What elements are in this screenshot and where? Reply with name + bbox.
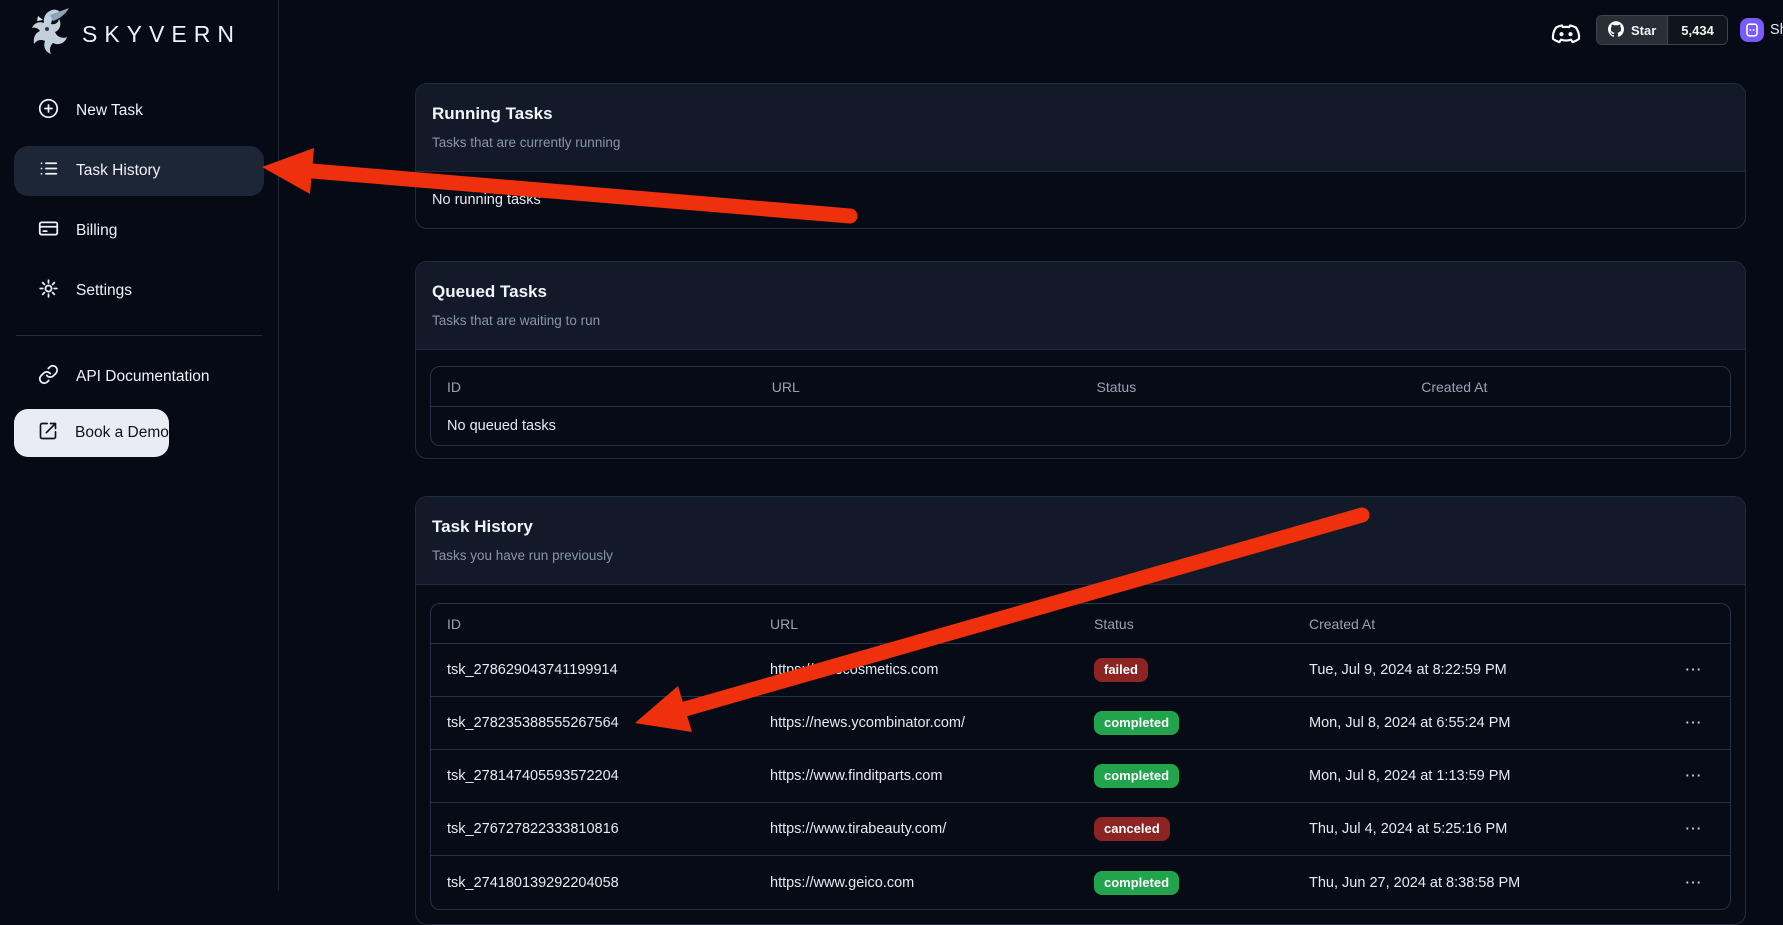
external-link-icon (38, 421, 58, 446)
column-header-id: ID (431, 616, 754, 632)
logo: SKYVERN (0, 6, 278, 62)
running-empty-text: No running tasks (432, 192, 1729, 208)
content: Running Tasks Tasks that are currently r… (279, 0, 1783, 925)
cell-created-at: Mon, Jul 8, 2024 at 6:55:24 PM (1293, 715, 1658, 731)
github-star-button[interactable]: Star (1597, 16, 1667, 44)
cell-url: https://www.geico.com (754, 875, 1078, 891)
card-subtitle: Tasks that are waiting to run (432, 312, 1729, 330)
table-row[interactable]: tsk_274180139292204058 https://www.geico… (431, 856, 1730, 909)
row-actions-button[interactable]: ⋯ (1658, 660, 1730, 680)
queued-tasks-body: ID URL Status Created At No queued tasks (416, 350, 1745, 458)
book-a-demo-button[interactable]: Book a Demo (14, 409, 169, 457)
cell-url: https://www.tirabeauty.com/ (754, 821, 1078, 837)
cell-created-at: Tue, Jul 9, 2024 at 8:22:59 PM (1293, 662, 1658, 678)
github-star-widget[interactable]: Star 5,434 (1596, 15, 1728, 45)
history-table-header: ID URL Status Created At (431, 604, 1730, 644)
cell-id: tsk_278147405593572204 (431, 768, 754, 784)
sidebar-item-label: Settings (76, 282, 132, 300)
cell-created-at: Thu, Jun 27, 2024 at 8:38:58 PM (1293, 875, 1658, 891)
cell-created-at: Mon, Jul 8, 2024 at 1:13:59 PM (1293, 768, 1658, 784)
circle-plus-icon (38, 98, 59, 124)
credit-card-icon (38, 218, 59, 244)
sidebar-item-billing[interactable]: Billing (14, 206, 264, 256)
sidebar-divider (16, 335, 262, 336)
row-actions-button[interactable]: ⋯ (1658, 819, 1730, 839)
row-actions-button[interactable]: ⋯ (1658, 713, 1730, 733)
cell-id: tsk_278629043741199914 (431, 662, 754, 678)
history-table-body: tsk_278629043741199914 https://tartecosm… (431, 644, 1730, 909)
card-subtitle: Tasks that are currently running (432, 134, 1729, 152)
table-row[interactable]: tsk_278147405593572204 https://www.findi… (431, 750, 1730, 803)
column-header-url: URL (756, 379, 1081, 395)
sidebar-item-settings[interactable]: Settings (14, 266, 264, 316)
cell-url: https://tartecosmetics.com (754, 662, 1078, 678)
column-header-status: Status (1081, 379, 1406, 395)
cell-created-at: Thu, Jul 4, 2024 at 5:25:16 PM (1293, 821, 1658, 837)
task-history-body: ID URL Status Created At tsk_27862904374… (416, 585, 1745, 924)
column-header-id: ID (431, 379, 756, 395)
sidebar-item-api-documentation[interactable]: API Documentation (14, 352, 264, 402)
card-subtitle: Tasks you have run previously (432, 547, 1729, 565)
task-history-card: Task History Tasks you have run previous… (415, 496, 1746, 925)
gear-icon (38, 278, 59, 304)
card-title: Queued Tasks (432, 281, 1729, 303)
queued-tasks-header: Queued Tasks Tasks that are waiting to r… (416, 262, 1745, 350)
table-row[interactable]: tsk_278235388555267564 https://news.ycom… (431, 697, 1730, 750)
github-star-count[interactable]: 5,434 (1667, 16, 1727, 44)
main-content: Star 5,434 Sh Running Tasks Tasks that a… (279, 0, 1783, 890)
list-icon (38, 158, 59, 184)
cell-id: tsk_274180139292204058 (431, 875, 754, 891)
running-tasks-body: No running tasks (416, 172, 1745, 228)
status-badge: completed (1094, 871, 1179, 895)
status-badge: completed (1094, 764, 1179, 788)
sidebar-item-task-history[interactable]: Task History (14, 146, 264, 196)
task-history-table: ID URL Status Created At tsk_27862904374… (430, 603, 1731, 910)
skyvern-dragon-icon (26, 7, 70, 62)
column-header-created-at: Created At (1293, 616, 1658, 632)
queued-tasks-table: ID URL Status Created At No queued tasks (430, 366, 1731, 446)
user-avatar[interactable] (1740, 18, 1764, 42)
sidebar-item-label: API Documentation (76, 368, 210, 386)
running-tasks-card: Running Tasks Tasks that are currently r… (415, 83, 1746, 229)
logo-text: SKYVERN (82, 21, 241, 48)
table-row[interactable]: tsk_276727822333810816 https://www.tirab… (431, 803, 1730, 856)
cell-url: https://www.finditparts.com (754, 768, 1078, 784)
table-row[interactable]: tsk_278629043741199914 https://tartecosm… (431, 644, 1730, 697)
github-star-label: Star (1631, 23, 1656, 38)
column-header-url: URL (754, 616, 1078, 632)
queued-tasks-card: Queued Tasks Tasks that are waiting to r… (415, 261, 1746, 459)
running-tasks-header: Running Tasks Tasks that are currently r… (416, 84, 1745, 172)
sidebar: SKYVERN New Task Task History (0, 0, 279, 890)
sidebar-nav: New Task Task History Billing (0, 86, 278, 326)
user-name-label: Sh (1770, 22, 1783, 38)
cell-url: https://news.ycombinator.com/ (754, 715, 1078, 731)
queued-empty-text: No queued tasks (431, 407, 1730, 445)
discord-icon[interactable] (1551, 20, 1581, 46)
task-history-header: Task History Tasks you have run previous… (416, 497, 1745, 585)
topbar: Star 5,434 Sh (279, 0, 1783, 60)
cell-id: tsk_276727822333810816 (431, 821, 754, 837)
sidebar-item-label: Billing (76, 222, 117, 240)
cta-label: Book a Demo (75, 424, 169, 442)
column-header-created-at: Created At (1405, 379, 1730, 395)
cell-id: tsk_278235388555267564 (431, 715, 754, 731)
github-icon (1608, 21, 1624, 40)
sidebar-item-new-task[interactable]: New Task (14, 86, 264, 136)
status-badge: failed (1094, 658, 1148, 682)
status-badge: completed (1094, 711, 1179, 735)
link-icon (38, 364, 59, 390)
sidebar-item-label: Task History (76, 162, 160, 180)
column-header-status: Status (1078, 616, 1293, 632)
row-actions-button[interactable]: ⋯ (1658, 766, 1730, 786)
card-title: Task History (432, 516, 1729, 538)
sidebar-item-label: New Task (76, 102, 143, 120)
status-badge: canceled (1094, 817, 1170, 841)
queued-table-header: ID URL Status Created At (431, 367, 1730, 407)
card-title: Running Tasks (432, 103, 1729, 125)
